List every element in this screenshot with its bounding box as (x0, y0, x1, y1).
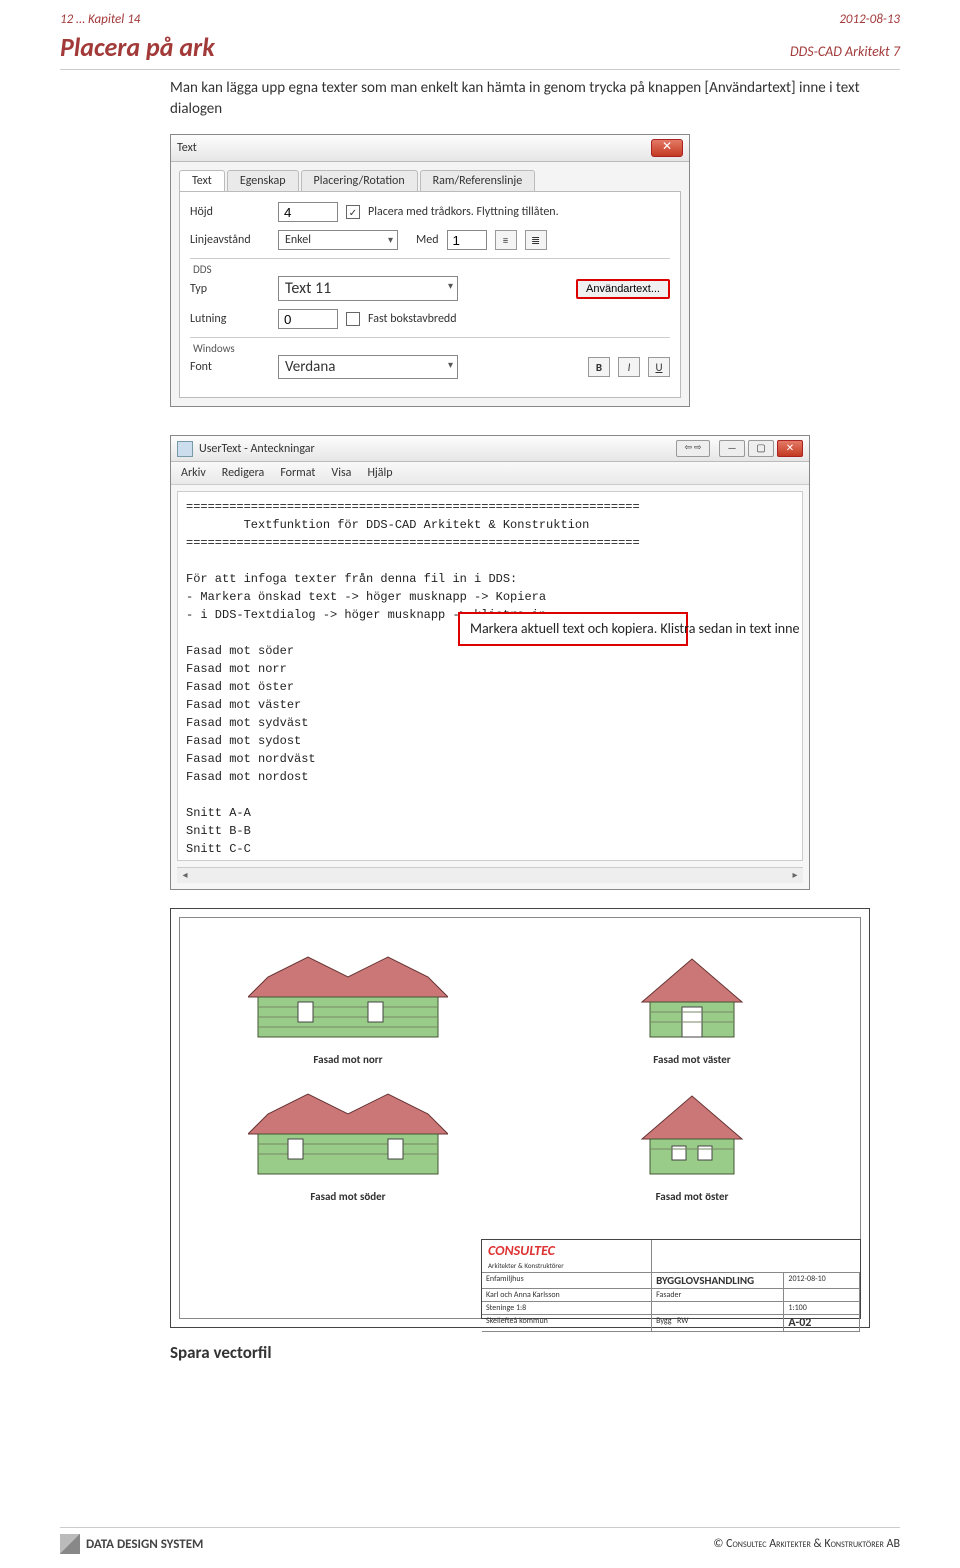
tab-text[interactable]: Text (179, 170, 225, 191)
menu-hjalp[interactable]: Hjälp (367, 466, 392, 480)
horizontal-scrollbar[interactable] (177, 867, 803, 883)
spara-heading: Spara vectorfil (170, 1342, 900, 1363)
callout-box: Markera aktuell text och kopiera. Klistr… (458, 612, 688, 646)
close-icon[interactable]: ✕ (777, 440, 803, 457)
page-title: Placera på ark (60, 31, 215, 63)
menu-format[interactable]: Format (280, 466, 315, 480)
tab-placering[interactable]: Placering/Rotation (301, 170, 418, 191)
linje-dropdown[interactable]: Enkel (278, 230, 398, 250)
caption-norr: Fasad mot norr (191, 1053, 505, 1066)
tb-logo: CONSULTEC (482, 1240, 651, 1261)
usertext-window: UserText - Anteckningar ⇦ ⇨ — ▢ ✕ Arkiv … (170, 435, 810, 890)
caption-vaster: Fasad mot väster (535, 1053, 849, 1066)
dds-logo-text: DATA DESIGN SYSTEM (86, 1537, 203, 1552)
align-left-icon[interactable]: ≡ (495, 230, 517, 250)
house-south-icon (248, 1084, 448, 1184)
lutning-input[interactable] (278, 309, 338, 329)
tab-ram[interactable]: Ram/Referenslinje (420, 170, 536, 191)
med-input[interactable] (447, 230, 487, 250)
placera-checkbox[interactable] (346, 205, 360, 219)
chapter-label: 12 … Kapitel 14 (60, 12, 140, 27)
house-north-icon (248, 947, 448, 1047)
cube-icon (60, 1534, 80, 1554)
tb-logo-sub: Arkitekter & Konstruktörer (482, 1261, 651, 1272)
tb-project4: Skellefteå kommun (482, 1315, 652, 1332)
menu-arkiv[interactable]: Arkiv (181, 466, 206, 480)
menu-redigera[interactable]: Redigera (222, 466, 265, 480)
bold-button[interactable]: B (588, 357, 610, 377)
linje-label: Linjeavstånd (190, 233, 270, 247)
hojd-input[interactable] (278, 202, 338, 222)
med-label: Med (416, 233, 439, 247)
drawing-frame: Fasad mot norr Fasad mot väster (170, 908, 870, 1328)
usertext-content: ========================================… (186, 500, 640, 861)
usertext-title: UserText - Anteckningar (199, 442, 315, 456)
font-dropdown[interactable]: Verdana (278, 355, 458, 379)
header-rule (60, 69, 900, 70)
house-east-icon (632, 1084, 752, 1184)
header-date: 2012-08-13 (839, 12, 900, 27)
tb-project3: Steninge 1:8 (482, 1302, 652, 1315)
title-block: CONSULTEC Arkitekter & Konstruktörer Enf… (481, 1239, 861, 1319)
usertext-body[interactable]: ========================================… (177, 491, 803, 861)
caption-soder: Fasad mot söder (191, 1190, 505, 1203)
nav-arrows-icon[interactable]: ⇦ ⇨ (676, 440, 710, 457)
windows-group-label: Windows (190, 337, 670, 355)
tab-egenskap[interactable]: Egenskap (227, 170, 299, 191)
tb-project1: Enfamiljhus (482, 1273, 652, 1289)
text-dialog: Text ✕ Text Egenskap Placering/Rotation … (170, 134, 690, 407)
tb-rw: RW (677, 1316, 688, 1326)
close-icon[interactable]: ✕ (651, 139, 683, 157)
usertext-menubar: Arkiv Redigera Format Visa Hjälp (171, 462, 809, 485)
dds-logo: DATA DESIGN SYSTEM (60, 1534, 203, 1554)
align-right-icon[interactable]: ≣ (525, 230, 547, 250)
minimize-icon[interactable]: — (719, 440, 745, 457)
typ-label: Typ (190, 282, 270, 296)
tb-main: BYGGLOVSHANDLING (652, 1273, 784, 1289)
dds-group-label: DDS (190, 258, 670, 276)
text-dialog-title: Text (177, 141, 197, 155)
fast-label: Fast bokstavbredd (368, 312, 457, 326)
copyright: © Consultec Arkitekter & Konstruktörer A… (713, 1537, 900, 1551)
intro-paragraph: Man kan lägga upp egna texter som man en… (170, 78, 900, 120)
document-icon (177, 441, 193, 457)
text-dialog-tabs: Text Egenskap Placering/Rotation Ram/Ref… (171, 162, 689, 191)
anvandartext-button[interactable]: Användartext... (576, 279, 670, 299)
font-label: Font (190, 360, 270, 374)
hojd-label: Höjd (190, 205, 270, 219)
fast-checkbox[interactable] (346, 312, 360, 326)
caption-oster: Fasad mot öster (535, 1190, 849, 1203)
tb-date: 2012-08-10 (784, 1273, 860, 1289)
maximize-icon[interactable]: ▢ (748, 440, 774, 457)
tb-project2: Karl och Anna Karlsson (482, 1289, 652, 1302)
tb-sheet: Fasader (652, 1289, 784, 1302)
house-west-icon (632, 947, 752, 1047)
tb-drawing-no: A-02 (784, 1315, 860, 1332)
italic-button[interactable]: I (618, 357, 640, 377)
tb-scale: 1:100 (784, 1302, 860, 1315)
lutning-label: Lutning (190, 312, 270, 326)
page-subtitle: DDS-CAD Arkitekt 7 (790, 43, 900, 60)
underline-button[interactable]: U (648, 357, 670, 377)
menu-visa[interactable]: Visa (331, 466, 351, 480)
placera-label: Placera med trådkors. Flyttning tillåten… (368, 205, 559, 219)
tb-bygg: Bygg (656, 1316, 671, 1326)
typ-dropdown[interactable]: Text 11 (278, 276, 458, 301)
